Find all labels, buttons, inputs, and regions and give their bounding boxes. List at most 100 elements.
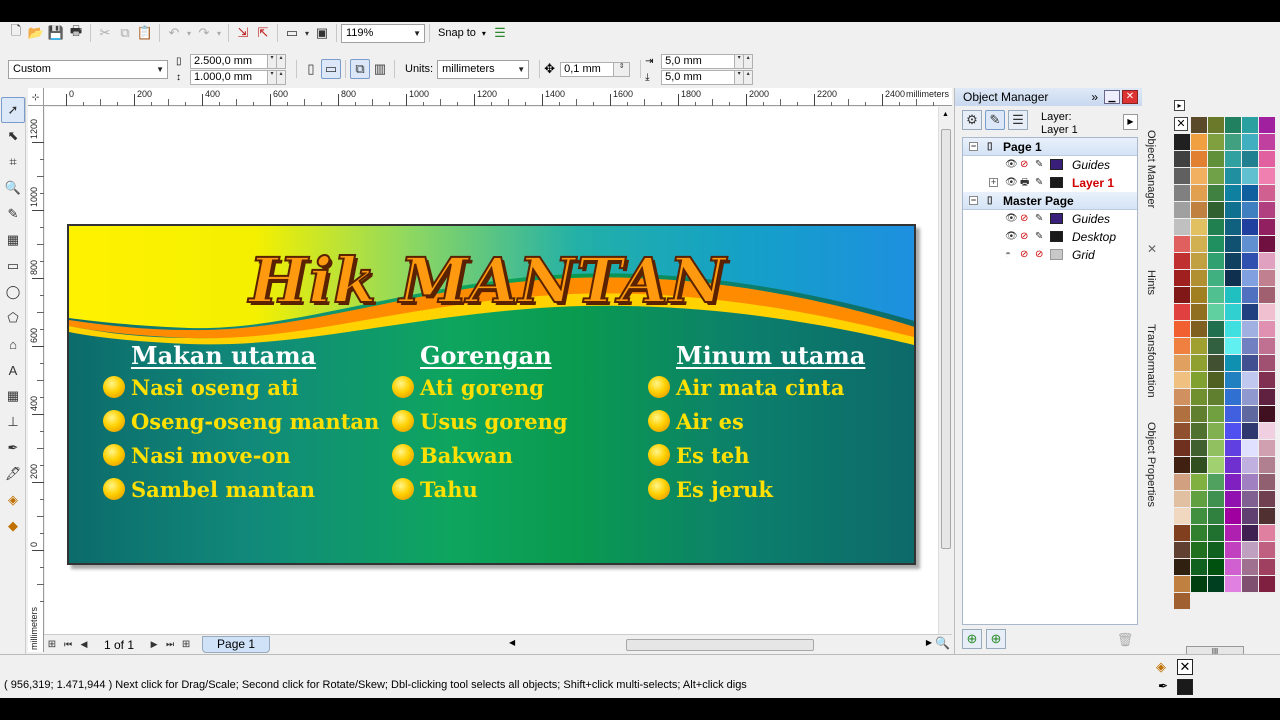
- tree-layer-row[interactable]: 👁 ⊘ ✎ Guides: [963, 210, 1137, 228]
- tree-master-page-node[interactable]: − ▯ Master Page: [963, 192, 1137, 210]
- color-swatch[interactable]: [1225, 321, 1242, 338]
- color-swatch[interactable]: [1242, 219, 1259, 236]
- spin-arrows-icon[interactable]: ⇕: [614, 61, 631, 77]
- color-swatch[interactable]: [1191, 304, 1208, 321]
- color-swatch[interactable]: [1259, 576, 1276, 593]
- color-swatch[interactable]: [1259, 508, 1276, 525]
- color-swatch[interactable]: [1208, 508, 1225, 525]
- flyout-menu-icon[interactable]: ▶: [1123, 114, 1138, 130]
- color-swatch[interactable]: [1259, 321, 1276, 338]
- color-swatch[interactable]: [1225, 389, 1242, 406]
- all-pages-icon[interactable]: ⧉: [350, 59, 370, 79]
- zoom-navigator-icon[interactable]: 🔍: [935, 636, 950, 650]
- color-swatch[interactable]: [1208, 457, 1225, 474]
- color-swatch[interactable]: [1225, 423, 1242, 440]
- color-swatch[interactable]: [1225, 474, 1242, 491]
- outline-color-swatch[interactable]: [1177, 679, 1193, 695]
- color-swatch[interactable]: [1174, 287, 1191, 304]
- edit-across-layers-icon[interactable]: ✎: [985, 110, 1005, 130]
- color-swatch[interactable]: [1242, 542, 1259, 559]
- spin-arrows-icon[interactable]: ▴: [277, 53, 286, 69]
- tab-page-1[interactable]: Page 1: [202, 636, 271, 653]
- dimension-tool-icon[interactable]: ⊥: [1, 409, 25, 435]
- color-swatch[interactable]: [1174, 474, 1191, 491]
- color-swatch[interactable]: [1242, 304, 1259, 321]
- duplicate-x-field[interactable]: ⇥ 5,0 mm ▾ ▴: [645, 53, 754, 69]
- color-swatch[interactable]: [1242, 491, 1259, 508]
- color-swatch[interactable]: [1242, 270, 1259, 287]
- options-icon[interactable]: ☰: [490, 23, 510, 43]
- color-swatch[interactable]: [1208, 304, 1225, 321]
- tree-page-node[interactable]: − ▯ Page 1: [963, 138, 1137, 156]
- color-swatch[interactable]: [1208, 372, 1225, 389]
- horizontal-scrollbar[interactable]: ◀ ▶ 🔍: [506, 634, 952, 654]
- color-swatch[interactable]: [1225, 117, 1242, 134]
- next-page-icon[interactable]: ▶: [146, 635, 162, 655]
- basic-shapes-icon[interactable]: ⌂: [1, 331, 25, 357]
- outline-pen-icon[interactable]: ✒: [1158, 679, 1168, 693]
- color-swatch[interactable]: [1259, 236, 1276, 253]
- scroll-left-icon[interactable]: ◀: [509, 638, 515, 647]
- color-swatch[interactable]: [1174, 423, 1191, 440]
- color-swatch[interactable]: [1225, 202, 1242, 219]
- color-swatch[interactable]: [1191, 338, 1208, 355]
- color-swatch[interactable]: [1174, 491, 1191, 508]
- color-swatch[interactable]: [1174, 338, 1191, 355]
- color-swatch[interactable]: [1174, 440, 1191, 457]
- new-master-layer-icon[interactable]: ⊕: [986, 629, 1006, 649]
- add-page-before-icon[interactable]: ⊞: [44, 635, 60, 655]
- freehand-tool-icon[interactable]: ✎: [1, 201, 25, 227]
- table-tool-icon[interactable]: ▦: [1, 383, 25, 409]
- text-tool-icon[interactable]: A: [1, 357, 25, 383]
- close-icon[interactable]: ✕: [1122, 90, 1138, 104]
- copy-icon[interactable]: ⧉: [115, 23, 135, 43]
- eyedropper-icon[interactable]: ✒: [1, 435, 25, 461]
- color-swatch[interactable]: [1259, 287, 1276, 304]
- color-swatch[interactable]: [1259, 304, 1276, 321]
- color-swatch[interactable]: [1208, 117, 1225, 134]
- color-swatch[interactable]: [1191, 542, 1208, 559]
- color-swatch[interactable]: [1225, 134, 1242, 151]
- zoom-tool-icon[interactable]: 🔍: [1, 175, 25, 201]
- save-icon[interactable]: 💾: [46, 23, 66, 43]
- color-swatch[interactable]: [1174, 202, 1191, 219]
- color-swatch[interactable]: [1242, 321, 1259, 338]
- color-swatch[interactable]: [1259, 457, 1276, 474]
- color-swatch[interactable]: [1208, 525, 1225, 542]
- tree-layer-row[interactable]: ◓ ⊘ ⊘ Grid: [963, 246, 1137, 264]
- color-swatch[interactable]: [1259, 202, 1276, 219]
- undo-icon[interactable]: ↶: [164, 23, 184, 43]
- color-swatch[interactable]: [1208, 168, 1225, 185]
- color-swatch[interactable]: [1242, 236, 1259, 253]
- new-document-icon[interactable]: 🗋: [6, 23, 26, 43]
- color-swatch[interactable]: [1191, 559, 1208, 576]
- color-swatch[interactable]: [1242, 151, 1259, 168]
- layer-color-swatch[interactable]: [1050, 249, 1063, 260]
- color-swatch[interactable]: [1242, 559, 1259, 576]
- color-swatch[interactable]: [1225, 151, 1242, 168]
- color-swatch[interactable]: [1208, 355, 1225, 372]
- units-combo[interactable]: millimeters ▼: [437, 59, 530, 79]
- paste-icon[interactable]: 📋: [135, 23, 155, 43]
- spin-arrows-icon[interactable]: ▴: [277, 69, 286, 85]
- spin-arrows-icon[interactable]: ▾: [268, 69, 277, 85]
- snap-to-button[interactable]: Snap to ▾: [434, 27, 490, 39]
- color-swatch[interactable]: [1259, 219, 1276, 236]
- color-swatch[interactable]: [1208, 202, 1225, 219]
- portrait-icon[interactable]: ▯: [301, 59, 321, 79]
- polygon-tool-icon[interactable]: ⬠: [1, 305, 25, 331]
- color-swatch[interactable]: [1259, 406, 1276, 423]
- color-swatch[interactable]: [1259, 474, 1276, 491]
- pencil-icon[interactable]: ✎: [1035, 228, 1043, 246]
- color-swatch[interactable]: [1242, 202, 1259, 219]
- layer-color-swatch[interactable]: [1050, 213, 1063, 224]
- welcome-screen-icon[interactable]: ▣: [312, 23, 332, 43]
- tab-object-manager[interactable]: Object Manager: [1145, 130, 1157, 208]
- color-swatch[interactable]: [1191, 321, 1208, 338]
- color-swatch[interactable]: [1191, 270, 1208, 287]
- color-swatch[interactable]: [1225, 185, 1242, 202]
- vertical-scrollbar[interactable]: ▲ ▼: [938, 107, 952, 652]
- eye-hidden-icon[interactable]: ◓: [1005, 246, 1011, 264]
- spin-arrows-icon[interactable]: ▾: [735, 53, 745, 69]
- color-swatch[interactable]: [1259, 389, 1276, 406]
